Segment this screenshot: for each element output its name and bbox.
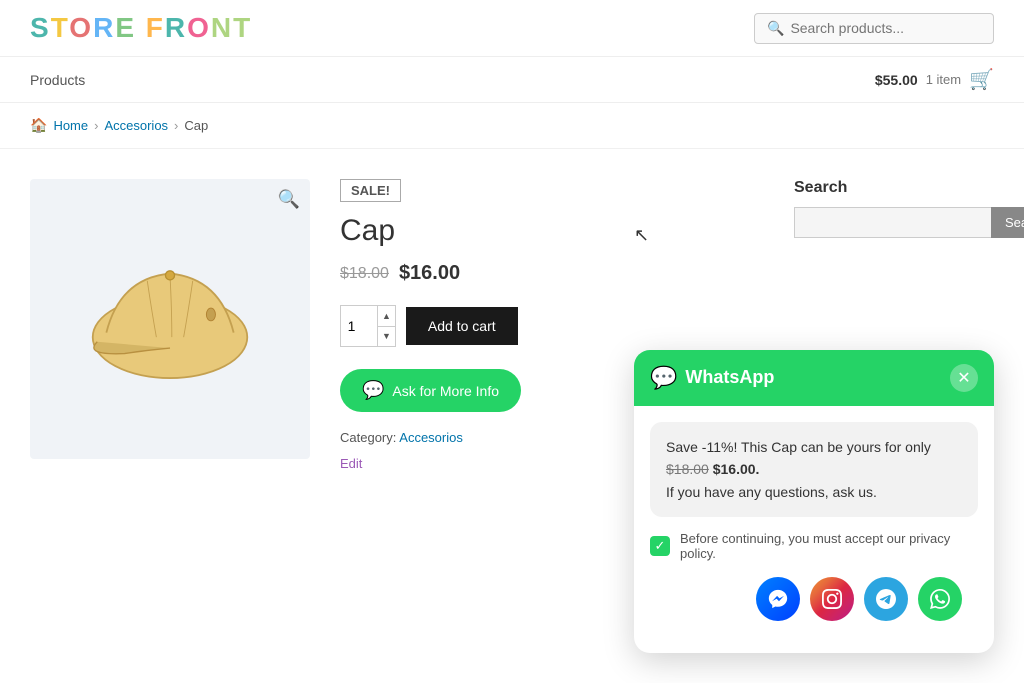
whatsapp-brand-icon: 💬 xyxy=(650,365,677,391)
add-to-cart-row: ▲ ▼ Add to cart xyxy=(340,305,660,347)
whatsapp-popup-close-button[interactable]: ✕ xyxy=(950,364,978,392)
whatsapp-message-line2: If you have any questions, ask us. xyxy=(666,484,877,500)
privacy-text: Before continuing, you must accept our p… xyxy=(680,531,978,561)
search-bar[interactable]: 🔍 xyxy=(754,13,994,44)
breadcrumb-sep-2: › xyxy=(174,118,178,133)
whatsapp-popup-title: WhatsApp xyxy=(685,367,774,388)
sidebar-search-button[interactable]: Search xyxy=(991,207,1024,238)
instagram-button[interactable] xyxy=(810,577,854,621)
quantity-wrapper[interactable]: ▲ ▼ xyxy=(340,305,396,347)
quantity-arrows: ▲ ▼ xyxy=(377,306,395,346)
breadcrumb-category-link[interactable]: Accesorios xyxy=(104,118,168,133)
navbar: Products $55.00 1 item 🛒 xyxy=(0,57,1024,103)
product-name: Cap xyxy=(340,214,660,248)
search-icon: 🔍 xyxy=(767,20,784,37)
cart-items-count: 1 item xyxy=(926,72,961,87)
original-price: $18.00 xyxy=(340,265,389,283)
sidebar-search-input[interactable] xyxy=(794,207,991,238)
product-image-container: 🔍 xyxy=(30,179,310,459)
telegram-button[interactable] xyxy=(864,577,908,621)
sidebar-search-label: Search xyxy=(794,179,994,197)
breadcrumb: 🏠 Home › Accesorios › Cap xyxy=(0,103,1024,149)
whatsapp-price-old: $18.00 xyxy=(666,461,709,477)
cart-icon[interactable]: 🛒 xyxy=(969,67,994,92)
privacy-checkbox[interactable]: ✓ xyxy=(650,536,670,556)
whatsapp-popup-header: 💬 WhatsApp ✕ xyxy=(634,350,994,406)
ask-whatsapp-button[interactable]: 💬 Ask for More Info xyxy=(340,369,521,412)
product-details: SALE! Cap $18.00 $16.00 ▲ ▼ Add to cart … xyxy=(340,179,660,471)
whatsapp-popup-body: Save -11%! This Cap can be yours for onl… xyxy=(634,406,994,653)
sale-price: $16.00 xyxy=(399,262,460,285)
whatsapp-popup-title-area: 💬 WhatsApp xyxy=(650,365,774,391)
whatsapp-icon: 💬 xyxy=(362,380,384,401)
nav-products-link[interactable]: Products xyxy=(30,72,85,88)
home-icon: 🏠 xyxy=(30,117,47,134)
whatsapp-message-line1: Save -11%! This Cap can be yours for onl… xyxy=(666,439,931,455)
breadcrumb-current: Cap xyxy=(184,118,208,133)
facebook-messenger-button[interactable] xyxy=(756,577,800,621)
category-link[interactable]: Accesorios xyxy=(399,430,463,445)
whatsapp-popup-message: Save -11%! This Cap can be yours for onl… xyxy=(650,422,978,517)
logo[interactable]: STORE FRONT xyxy=(30,12,252,44)
product-image xyxy=(70,239,270,399)
price-area: $18.00 $16.00 xyxy=(340,262,660,285)
quantity-down-arrow[interactable]: ▼ xyxy=(378,327,395,347)
whatsapp-privacy-row: ✓ Before continuing, you must accept our… xyxy=(650,531,978,561)
cart-area: $55.00 1 item 🛒 xyxy=(875,67,994,92)
add-to-cart-button[interactable]: Add to cart xyxy=(406,307,518,345)
whatsapp-popup-footer xyxy=(650,577,978,637)
cart-price: $55.00 xyxy=(875,72,918,88)
quantity-input[interactable] xyxy=(341,318,377,334)
whatsapp-button[interactable] xyxy=(918,577,962,621)
edit-link[interactable]: Edit xyxy=(340,456,362,471)
breadcrumb-home-link[interactable]: Home xyxy=(53,118,88,133)
whatsapp-price-new: $16.00. xyxy=(713,461,760,477)
search-input[interactable] xyxy=(790,20,981,36)
header: STORE FRONT 🔍 xyxy=(0,0,1024,57)
category-row: Category: Accesorios xyxy=(340,430,660,445)
sale-badge: SALE! xyxy=(340,179,401,202)
quantity-up-arrow[interactable]: ▲ xyxy=(378,306,395,327)
sidebar-search-row: Search xyxy=(794,207,994,238)
zoom-icon[interactable]: 🔍 xyxy=(278,189,300,210)
whatsapp-popup: 💬 WhatsApp ✕ Save -11%! This Cap can be … xyxy=(634,350,994,653)
breadcrumb-sep-1: › xyxy=(94,118,98,133)
